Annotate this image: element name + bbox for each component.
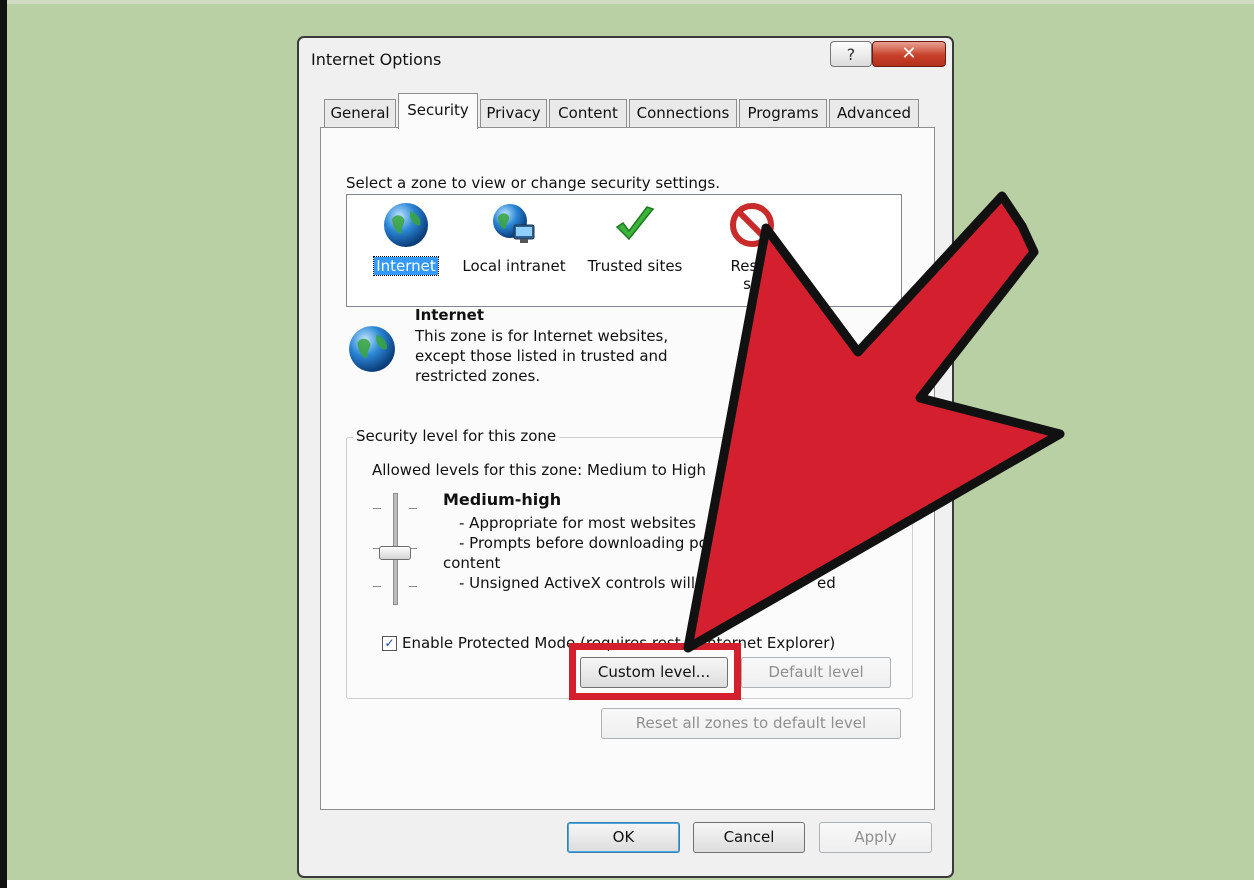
security-level-slider[interactable] (365, 488, 425, 608)
level-description: - Appropriate for most websites - Prompts… (443, 513, 708, 593)
tab-advanced[interactable]: Advanced (829, 99, 919, 128)
allowed-levels-text: Allowed levels for this zone: Medium to … (372, 461, 706, 479)
custom-level-highlight (569, 643, 741, 700)
zone-item-trusted-sites[interactable]: Trusted sites (580, 201, 690, 275)
zone-item-restricted-sites[interactable]: Restri sit (697, 201, 807, 293)
zone-list: Internet Local intranet Trusted sites Re… (346, 194, 902, 307)
level-bullet: - Unsigned ActiveX controls will (459, 574, 695, 592)
window-title: Internet Options (311, 50, 442, 69)
level-bullet: - Appropriate for most websites (459, 514, 696, 532)
tab-label: Privacy (486, 104, 541, 122)
tab-label: Advanced (836, 104, 912, 122)
level-name: Medium-high (443, 490, 562, 509)
button-label: Default level (768, 663, 864, 681)
tab-label: Programs (747, 104, 819, 122)
help-icon: ? (846, 45, 856, 64)
button-label: OK (612, 828, 635, 846)
reset-all-zones-button[interactable]: Reset all zones to default level (601, 708, 901, 739)
help-button[interactable]: ? (830, 41, 872, 67)
apply-button[interactable]: Apply (819, 822, 932, 853)
selected-zone-description: This zone is for Internet websites, exce… (415, 327, 669, 385)
top-strip (7, 0, 1254, 4)
globe-icon (384, 203, 428, 247)
internet-options-dialog: Internet Options ? ✕ General Security Pr… (297, 36, 954, 878)
security-level-legend: Security level for this zone (353, 427, 560, 445)
button-label: Apply (854, 828, 897, 846)
close-button[interactable]: ✕ (872, 41, 946, 67)
level-bullet: content (443, 554, 501, 572)
tab-label: Connections (636, 104, 730, 122)
tab-security[interactable]: Security (398, 93, 478, 129)
zone-item-internet[interactable]: Internet (351, 201, 461, 276)
zone-item-local-intranet[interactable]: Local intranet (459, 201, 569, 275)
button-label: Reset all zones to default level (635, 714, 867, 732)
green-check-icon (615, 206, 655, 241)
cancel-button[interactable]: Cancel (693, 822, 805, 853)
selected-zone-title: Internet (415, 306, 485, 324)
ok-button[interactable]: OK (567, 822, 680, 853)
zone-label-trusted-sites: Trusted sites (587, 257, 683, 275)
level-bullet: - Prompts before downloading po (459, 534, 708, 552)
zone-prompt: Select a zone to view or change security… (346, 174, 721, 192)
tab-label: Security (407, 101, 469, 119)
level-bullet-partial: ed (817, 574, 836, 592)
tab-label: General (330, 104, 390, 122)
tab-label: Content (558, 104, 618, 122)
protected-mode-checkbox[interactable]: ✓ (382, 635, 397, 651)
tab-privacy[interactable]: Privacy (480, 99, 547, 128)
globe-icon (349, 326, 395, 372)
tab-connections[interactable]: Connections (629, 99, 737, 128)
no-entry-icon (730, 203, 774, 247)
zone-label-restricted-sites-line2: sit (743, 275, 761, 293)
network-globe-icon (493, 204, 535, 243)
title-bar: Internet Options ? ✕ (299, 38, 952, 84)
left-border (0, 0, 7, 888)
slider-thumb[interactable] (379, 546, 411, 560)
zone-label-local-intranet: Local intranet (462, 257, 566, 275)
tab-general[interactable]: General (324, 99, 396, 128)
tab-content[interactable]: Content (549, 99, 627, 128)
bottom-strip (7, 880, 1254, 888)
close-icon: ✕ (901, 43, 917, 64)
tab-programs[interactable]: Programs (739, 99, 827, 128)
zone-label-restricted-sites: Restri (730, 257, 774, 275)
default-level-button[interactable]: Default level (741, 657, 891, 688)
zone-label-internet: Internet (373, 256, 439, 276)
button-label: Cancel (723, 828, 775, 846)
